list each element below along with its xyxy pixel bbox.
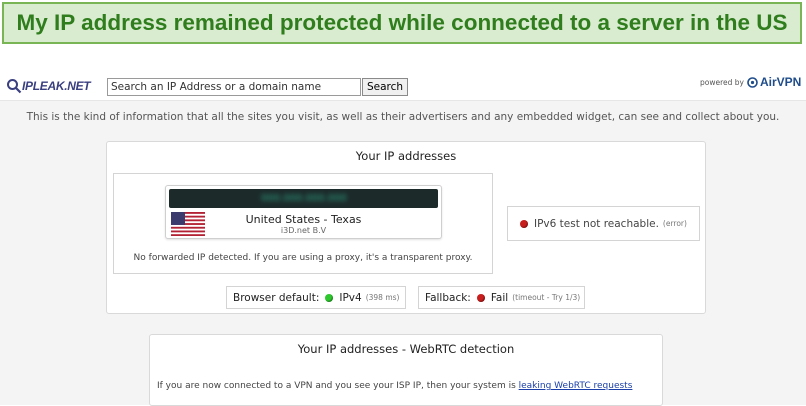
webrtc-text: If you are now connected to a VPN and yo… xyxy=(157,381,519,391)
fallback-value: Fail xyxy=(490,291,509,304)
ip-panel: 000.000.000.000 United States - Texas i3… xyxy=(165,185,442,239)
fallback-pill: Fallback: Fail (timeout - Try 1/3) xyxy=(418,286,585,309)
browser-default-ms: (398 ms) xyxy=(365,293,400,302)
forwarded-ip-note: No forwarded IP detected. If you are usi… xyxy=(133,253,473,263)
red-status-icon xyxy=(476,293,485,302)
isp-label: i3D.net B.V xyxy=(280,226,327,235)
search-input[interactable] xyxy=(107,78,361,96)
ipv6-error-label: (error) xyxy=(662,219,687,228)
airvpn-logo-icon xyxy=(747,76,758,88)
ipv6-box: IPv6 test not reachable. (error) xyxy=(507,206,700,241)
site-logo[interactable]: IPLEAK.NET xyxy=(6,78,91,94)
logo-text: IPLEAK.NET xyxy=(22,79,91,93)
airvpn-logo[interactable]: AirVPN xyxy=(747,75,801,89)
page-content: This is the kind of information that all… xyxy=(0,101,806,406)
fallback-label: Fallback: xyxy=(425,291,471,304)
red-status-icon xyxy=(520,219,528,228)
search-button[interactable]: Search xyxy=(362,78,409,96)
fallback-detail: (timeout - Try 1/3) xyxy=(512,293,581,302)
magnifier-icon xyxy=(7,79,22,94)
ip-address-value: 000.000.000.000 xyxy=(261,193,347,204)
country-label: United States - Texas xyxy=(245,213,362,226)
ipv6-status-text: IPv6 test not reachable. xyxy=(534,217,659,230)
browser-default-label: Browser default: xyxy=(233,291,320,304)
ip-address-bar: 000.000.000.000 xyxy=(169,189,438,208)
green-status-icon xyxy=(325,293,334,302)
webrtc-card: Your IP addresses - WebRTC detection If … xyxy=(149,334,663,406)
airvpn-text: AirVPN xyxy=(760,75,802,89)
caption-text: My IP address remained protected while c… xyxy=(16,10,788,35)
intro-text: This is the kind of information that all… xyxy=(26,111,780,123)
browser-default-pill: Browser default: IPv4 (398 ms) xyxy=(226,286,406,309)
site-header: IPLEAK.NET Search powered by AirVPN xyxy=(0,74,806,101)
webrtc-leak-link[interactable]: leaking WebRTC requests xyxy=(519,381,633,391)
ipv4-box: 000.000.000.000 United States - Texas i3… xyxy=(113,173,493,274)
caption-banner: My IP address remained protected while c… xyxy=(2,2,802,44)
ip-addresses-card: Your IP addresses 000.000.000.000 United… xyxy=(106,141,706,314)
webrtc-card-title: Your IP addresses - WebRTC detection xyxy=(297,342,515,356)
webrtc-description: If you are now connected to a VPN and yo… xyxy=(157,381,632,391)
powered-by-label: powered by xyxy=(700,78,744,87)
ip-card-title: Your IP addresses xyxy=(355,149,457,163)
browser-default-value: IPv4 xyxy=(339,291,362,304)
